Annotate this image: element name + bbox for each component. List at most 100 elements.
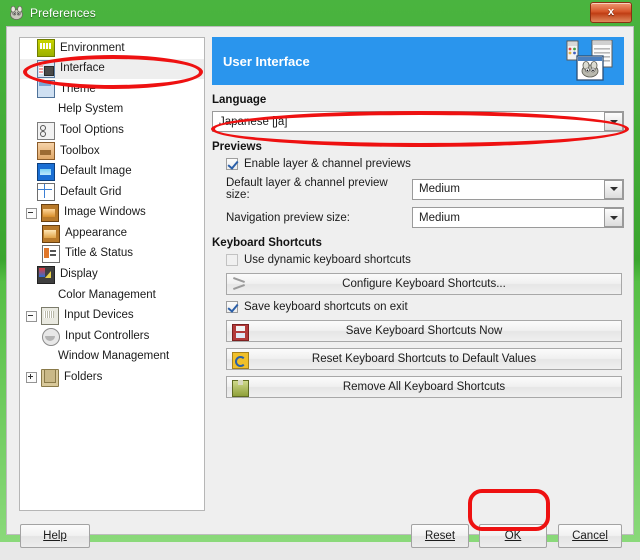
theme-icon <box>37 80 55 99</box>
window-management-icon <box>37 349 53 365</box>
page-header: User Interface <box>212 37 624 85</box>
preferences-category-tree[interactable]: Environment Interface Theme Help System Tool… <box>19 37 205 511</box>
close-icon: x <box>607 6 615 18</box>
language-group-title: Language <box>212 94 267 106</box>
cancel-button[interactable]: Cancel <box>558 524 622 548</box>
navigation-preview-size-row: Navigation preview size: Medium <box>226 207 624 228</box>
language-select-value: Japanese [ja] <box>219 115 288 128</box>
use-dynamic-shortcuts-checkbox[interactable] <box>226 254 238 266</box>
title-bar: Preferences x <box>0 0 640 26</box>
sidebar-item-label: Input Devices <box>64 309 134 322</box>
ok-button[interactable]: OK <box>479 524 547 548</box>
sidebar-item-folders[interactable]: Folders <box>20 368 204 389</box>
sidebar-item-tool-options[interactable]: Tool Options <box>20 120 204 141</box>
sidebar-item-default-image[interactable]: Default Image <box>20 162 204 183</box>
previews-group: Previews Enable layer & channel previews… <box>212 141 624 228</box>
reset-button-label: Reset <box>424 530 456 542</box>
enable-previews-checkbox[interactable] <box>226 158 238 170</box>
dialog-client-area: Environment Interface Theme Help System Tool… <box>6 26 634 548</box>
input-controllers-icon <box>42 327 60 346</box>
save-icon <box>232 324 249 341</box>
image-windows-icon <box>41 204 59 223</box>
reset-keyboard-shortcuts-button[interactable]: Reset Keyboard Shortcuts to Default Valu… <box>226 348 622 370</box>
navigation-preview-size-value: Medium <box>419 211 460 224</box>
sidebar-item-label: Tool Options <box>60 123 124 136</box>
chevron-down-icon[interactable] <box>604 112 623 131</box>
sidebar-item-help-system[interactable]: Help System <box>20 100 204 121</box>
user-interface-graphic-icon <box>559 39 617 83</box>
sidebar-item-appearance[interactable]: Appearance <box>20 223 204 244</box>
sidebar-item-default-grid[interactable]: Default Grid <box>20 182 204 203</box>
enable-previews-checkbox-row[interactable]: Enable layer & channel previews <box>226 158 624 170</box>
default-preview-size-value: Medium <box>419 183 460 195</box>
sidebar-item-interface[interactable]: Interface <box>20 58 204 80</box>
input-devices-icon <box>41 307 59 326</box>
tree-collapse-icon[interactable] <box>26 310 37 322</box>
chevron-down-icon[interactable] <box>604 179 623 199</box>
sidebar-item-input-devices[interactable]: Input Devices <box>20 306 204 327</box>
interface-icon <box>37 59 55 78</box>
sidebar-item-label: Folders <box>64 371 103 384</box>
configure-shortcuts-icon <box>232 277 247 292</box>
appearance-icon <box>42 224 60 243</box>
sidebar-item-label: Title & Status <box>65 247 133 260</box>
sidebar-item-label: Environment <box>60 41 125 54</box>
color-management-icon <box>37 287 53 303</box>
save-shortcuts-on-exit-checkbox[interactable] <box>226 301 238 313</box>
remove-all-keyboard-shortcuts-button[interactable]: Remove All Keyboard Shortcuts <box>226 376 622 398</box>
tree-expand-icon[interactable] <box>26 372 37 384</box>
cancel-button-label: Cancel <box>572 530 608 542</box>
help-button[interactable]: Help <box>20 524 90 548</box>
sidebar-item-label: Window Management <box>58 350 170 363</box>
sidebar-item-label: Theme <box>60 82 96 95</box>
sidebar-item-label: Default Image <box>60 165 132 178</box>
sidebar-item-title-status[interactable]: Title & Status <box>20 244 204 265</box>
previews-group-title: Previews <box>212 141 262 153</box>
remove-icon <box>232 380 249 397</box>
keyboard-shortcuts-group: Keyboard Shortcuts Use dynamic keyboard … <box>212 237 624 398</box>
sidebar-item-label: Input Controllers <box>65 329 150 342</box>
save-keyboard-shortcuts-now-button[interactable]: Save Keyboard Shortcuts Now <box>226 320 622 342</box>
sidebar-item-display[interactable]: Display <box>20 265 204 286</box>
tree-collapse-icon[interactable] <box>26 207 37 219</box>
use-dynamic-shortcuts-label: Use dynamic keyboard shortcuts <box>244 254 411 266</box>
help-system-icon <box>37 102 53 118</box>
sidebar-item-window-management[interactable]: Window Management <box>20 347 204 368</box>
help-button-label: Help <box>43 530 67 542</box>
preferences-page: User Interface Language Japanese [ja] Pr… <box>212 37 624 511</box>
dialog-button-bar: Help Reset OK Cancel <box>7 520 635 560</box>
save-keyboard-shortcuts-now-label: Save Keyboard Shortcuts Now <box>345 325 503 337</box>
sidebar-item-color-management[interactable]: Color Management <box>20 285 204 306</box>
sidebar-item-theme[interactable]: Theme <box>20 79 204 100</box>
sidebar-item-input-controllers[interactable]: Input Controllers <box>20 326 204 347</box>
sidebar-item-label: Display <box>60 268 98 281</box>
navigation-preview-size-select[interactable]: Medium <box>412 207 624 228</box>
remove-all-keyboard-shortcuts-label: Remove All Keyboard Shortcuts <box>342 381 506 393</box>
save-shortcuts-on-exit-checkbox-row[interactable]: Save keyboard shortcuts on exit <box>226 301 624 313</box>
sidebar-item-label: Help System <box>58 103 124 116</box>
sidebar-item-label: Default Grid <box>60 185 122 198</box>
keyboard-shortcuts-group-title: Keyboard Shortcuts <box>212 237 322 249</box>
sidebar-item-image-windows[interactable]: Image Windows <box>20 203 204 224</box>
reset-button[interactable]: Reset <box>411 524 469 548</box>
sidebar-item-label: Appearance <box>65 226 128 239</box>
gimp-wilber-icon <box>9 6 24 20</box>
save-shortcuts-on-exit-label: Save keyboard shortcuts on exit <box>244 301 408 313</box>
ok-button-label: OK <box>504 530 522 542</box>
language-group: Language Japanese [ja] <box>212 94 624 132</box>
default-grid-icon <box>37 183 55 202</box>
page-title: User Interface <box>223 53 310 69</box>
default-image-icon <box>37 162 55 181</box>
title-status-icon <box>42 245 60 264</box>
use-dynamic-shortcuts-checkbox-row[interactable]: Use dynamic keyboard shortcuts <box>226 254 624 266</box>
language-select[interactable]: Japanese [ja] <box>212 111 624 132</box>
chevron-down-icon[interactable] <box>604 208 623 227</box>
sidebar-item-label: Toolbox <box>60 144 100 157</box>
default-preview-size-select[interactable]: Medium <box>412 178 624 200</box>
close-button[interactable]: x <box>590 2 632 23</box>
sidebar-item-toolbox[interactable]: Toolbox <box>20 141 204 162</box>
sidebar-item-environment[interactable]: Environment <box>20 38 204 59</box>
environment-icon <box>37 39 55 58</box>
folders-icon <box>41 368 59 387</box>
configure-keyboard-shortcuts-button[interactable]: Configure Keyboard Shortcuts... <box>226 273 622 295</box>
